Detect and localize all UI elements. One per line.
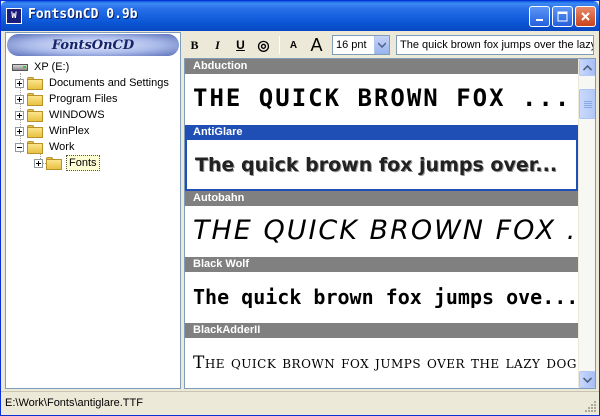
logo-text: FontsOnCD: [51, 37, 135, 53]
status-bar: E:\Work\Fonts\antiglare.TTF: [1, 391, 599, 415]
app-icon[interactable]: W: [6, 8, 22, 24]
status-path: E:\Work\Fonts\antiglare.TTF: [5, 397, 143, 409]
tree-item-drive-e[interactable]: XP (E:): [12, 59, 71, 75]
decrease-size-icon: A: [289, 39, 298, 51]
maximize-button[interactable]: [552, 6, 573, 27]
scroll-thumb[interactable]: [579, 89, 595, 119]
window-title: FontsOnCD 0.9b: [28, 7, 138, 22]
font-name: Abduction: [185, 59, 578, 74]
expand-icon[interactable]: [15, 78, 24, 88]
app-window: W FontsOnCD 0.9b FontsOnCD XP (E:) Docum…: [0, 0, 600, 416]
folder-open-icon: [27, 140, 43, 154]
close-button[interactable]: [575, 6, 596, 27]
tree-item-windows[interactable]: WINDOWS: [15, 107, 107, 123]
font-sample: The quick brown fox jumps over the lazy …: [193, 353, 578, 373]
chevron-down-icon: [583, 376, 592, 383]
font-item-autobahn[interactable]: Autobahn THE QUICK BROWN FOX ...: [185, 191, 578, 257]
tree-item-label: WinPlex: [49, 125, 90, 137]
tree-item-fonts[interactable]: Fonts: [34, 155, 100, 171]
tree-item-label: Documents and Settings: [49, 77, 169, 89]
expand-icon[interactable]: [34, 158, 43, 168]
resize-grip-icon[interactable]: [585, 401, 596, 412]
tree-item-label: Work: [49, 141, 75, 153]
font-preview-list[interactable]: Abduction THE QUICK BROWN FOX ... AntiGl…: [184, 58, 596, 389]
increase-size-icon: A: [310, 34, 323, 55]
folder-icon: [27, 92, 43, 106]
font-item-black-wolf[interactable]: Black Wolf The quick brown fox jumps ove…: [185, 257, 578, 323]
font-item-antiglare[interactable]: AntiGlare The quick brown fox jumps over…: [185, 125, 578, 191]
font-sample: The quick brown fox jumps over...: [185, 140, 578, 191]
bold-button[interactable]: B: [185, 35, 204, 55]
tree-item-label: XP (E:): [34, 61, 70, 73]
expand-icon[interactable]: [15, 126, 24, 136]
sample-text-input[interactable]: The quick brown fox jumps over the lazy: [396, 35, 594, 55]
italic-button[interactable]: I: [208, 35, 227, 55]
font-sample: THE QUICK BROWN FOX ...: [193, 84, 572, 112]
vertical-scrollbar[interactable]: [578, 59, 595, 388]
minimize-button[interactable]: [529, 6, 550, 27]
folder-icon: [27, 108, 43, 122]
chevron-down-icon[interactable]: [374, 36, 389, 54]
tree-item-label: WINDOWS: [49, 109, 105, 121]
expand-icon[interactable]: [15, 94, 24, 104]
format-toolbar: B I U ◎ A A 16 pnt The quick brown fox j…: [185, 32, 597, 58]
scroll-up-button[interactable]: [579, 59, 595, 76]
font-name: Black Wolf: [185, 257, 578, 272]
minimize-icon: [535, 18, 543, 21]
folder-tree-pane[interactable]: FontsOnCD XP (E:) Documents and Settings…: [5, 32, 181, 389]
font-name: Autobahn: [185, 191, 578, 206]
increase-size-button[interactable]: A: [307, 35, 326, 55]
app-logo: FontsOnCD: [7, 34, 179, 56]
scroll-down-button[interactable]: [579, 371, 595, 388]
tree-item-documents-and-settings[interactable]: Documents and Settings: [15, 75, 171, 91]
tree-item-winplex[interactable]: WinPlex: [15, 123, 91, 139]
decrease-size-button[interactable]: A: [284, 35, 303, 55]
close-icon: [581, 12, 590, 21]
font-sample: The quick brown fox jumps ove...: [193, 285, 578, 309]
bold-icon: B: [190, 37, 199, 52]
font-name: BlackAdderII: [185, 323, 578, 338]
maximize-icon: [557, 11, 568, 22]
outline-button[interactable]: ◎: [254, 35, 273, 55]
font-size-value: 16 pnt: [336, 39, 367, 51]
tree-item-label: Program Files: [49, 93, 118, 105]
title-bar[interactable]: W FontsOnCD 0.9b: [1, 1, 599, 31]
drive-icon: [12, 61, 28, 73]
font-item-blackadderii[interactable]: BlackAdderII The quick brown fox jumps o…: [185, 323, 578, 388]
underline-icon: U: [236, 38, 245, 52]
font-item-abduction[interactable]: Abduction THE QUICK BROWN FOX ...: [185, 59, 578, 125]
italic-icon: I: [215, 37, 220, 52]
outline-icon: ◎: [257, 36, 270, 53]
folder-open-icon: [46, 156, 62, 170]
collapse-icon[interactable]: [15, 142, 24, 152]
tree-item-work[interactable]: Work: [15, 139, 76, 155]
font-sample: THE QUICK BROWN FOX ...: [193, 215, 578, 246]
tree-item-label: Fonts: [66, 155, 100, 171]
expand-icon[interactable]: [15, 110, 24, 120]
font-name: AntiGlare: [185, 125, 578, 140]
folder-icon: [27, 124, 43, 138]
toolbar-separator: [279, 36, 280, 54]
font-size-select[interactable]: 16 pnt: [332, 35, 390, 55]
underline-button[interactable]: U: [231, 35, 250, 55]
tree-item-program-files[interactable]: Program Files: [15, 91, 119, 107]
folder-icon: [27, 76, 43, 90]
chevron-up-icon: [583, 64, 592, 71]
